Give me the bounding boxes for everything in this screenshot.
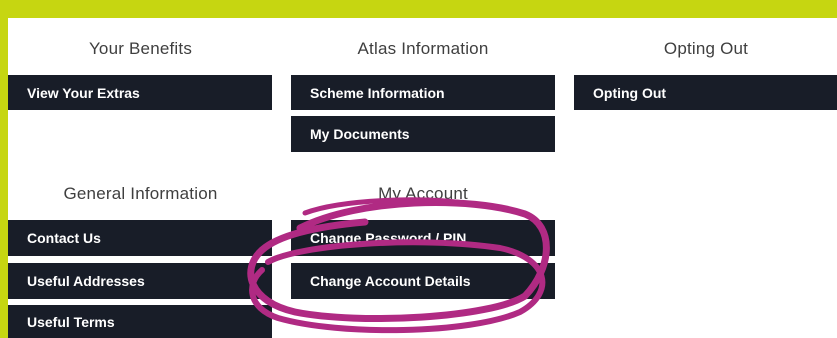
contact-us-button[interactable]: Contact Us bbox=[8, 220, 272, 256]
scheme-information-button[interactable]: Scheme Information bbox=[291, 75, 555, 110]
general-information-heading: General Information bbox=[63, 184, 218, 203]
opting-out-heading: Opting Out bbox=[663, 39, 749, 58]
change-account-details-button[interactable]: Change Account Details bbox=[291, 263, 555, 299]
your-benefits-heading: Your Benefits bbox=[88, 39, 193, 58]
view-your-extras-button[interactable]: View Your Extras bbox=[8, 75, 272, 110]
page-frame-top bbox=[0, 0, 837, 18]
opting-out-button[interactable]: Opting Out bbox=[574, 75, 837, 110]
change-password-pin-button[interactable]: Change Password / PIN bbox=[291, 220, 555, 256]
useful-addresses-button[interactable]: Useful Addresses bbox=[8, 263, 272, 299]
atlas-information-heading: Atlas Information bbox=[357, 39, 489, 58]
page-frame-left bbox=[0, 0, 8, 338]
useful-terms-button[interactable]: Useful Terms bbox=[8, 305, 272, 338]
my-account-heading: My Account bbox=[378, 184, 468, 203]
my-documents-button[interactable]: My Documents bbox=[291, 116, 555, 152]
